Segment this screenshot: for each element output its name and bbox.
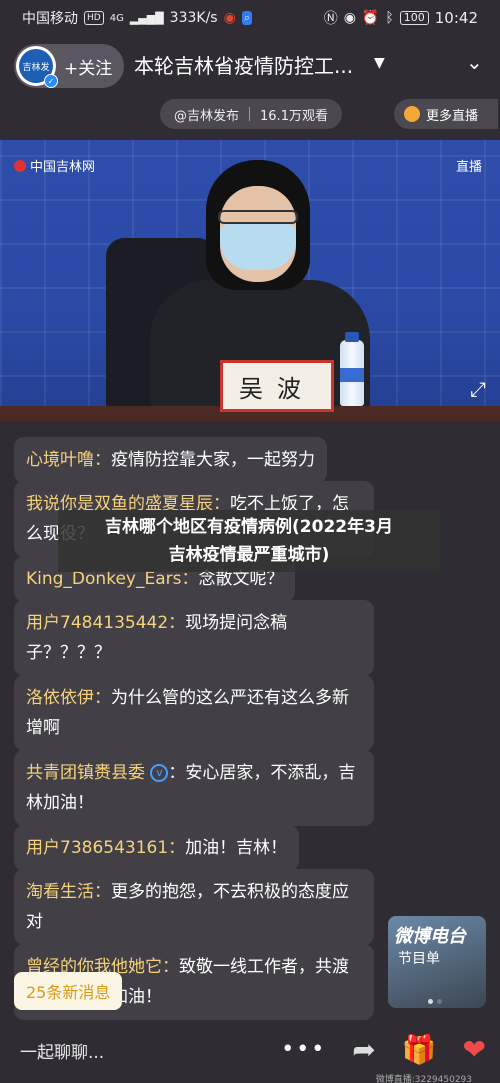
comment-author: King_Donkey_Ears： — [26, 569, 199, 589]
comment-author: 淘看生活： — [26, 882, 111, 902]
carrier-label: 中国移动 — [22, 11, 78, 27]
comment-item: 淘看生活：更多的抱怨，不去积极的态度应对 — [14, 869, 374, 945]
live-meta[interactable]: @吉林发布 16.1万观看 — [160, 99, 342, 129]
weibo-icon: ◉ — [223, 10, 236, 26]
eye-icon: ◉ — [343, 10, 356, 26]
view-count: 16.1万观看 — [260, 108, 328, 124]
comment-text: 加油！吉林！ — [185, 838, 288, 858]
overlay-line-1: 吉林哪个地区有疫情病例(2022年3月 — [105, 517, 393, 537]
chevron-down-icon[interactable]: ⌄ — [466, 50, 483, 74]
follow-capsule[interactable]: 吉林发 ✓ +关注 — [14, 44, 124, 88]
more-icon[interactable]: ••• — [281, 1032, 326, 1068]
watermark-logo-icon — [14, 159, 26, 172]
planet-icon — [404, 106, 420, 122]
water-bottle — [340, 332, 364, 406]
comment-author: 用户7386543161： — [26, 838, 186, 858]
promo-subtitle: 节目单 — [398, 951, 440, 967]
article-title-overlay: 吉林哪个地区有疫情病例(2022年3月 吉林疫情最严重城市) — [58, 510, 440, 572]
more-live-button[interactable]: 更多直播 — [394, 99, 498, 129]
room-id: 微博直播:3229450293 — [375, 1075, 472, 1083]
meta-divider — [249, 107, 251, 121]
status-bar: 中国移动 HD 4G ▂▄▆█ 333K/s ◉ ⌕ Ⓝ ◉ ⏰ ᛒ 100 1… — [0, 0, 500, 36]
nameplate: 吴波 — [220, 360, 334, 412]
account-avatar[interactable]: 吉林发 ✓ — [16, 46, 58, 88]
speed-label: 333K/s — [169, 10, 218, 26]
new-messages-button[interactable]: 25条新消息 — [14, 972, 123, 1010]
channel-watermark: 中国吉林网 — [14, 156, 95, 175]
live-tag: 直播 — [455, 160, 482, 175]
comment-item: 用户7484135442：现场提问念稿子？？？？ — [14, 600, 374, 676]
bluetooth-icon: ᛒ — [385, 10, 394, 26]
more-live-label: 更多直播 — [426, 108, 479, 124]
battery-icon: 100 — [399, 11, 429, 25]
nfc-icon: Ⓝ — [323, 11, 338, 27]
video-player[interactable]: 中国吉林网 直播 吴波 ⤢ — [0, 140, 500, 421]
comment-item: 共青团镇赉县委 v ：安心居家，不添乱，吉林加油！ — [14, 750, 374, 826]
alarm-icon: ⏰ — [361, 10, 380, 26]
comment-text: 念散文呢？ — [198, 569, 284, 589]
live-title[interactable]: 本轮吉林省疫情防控工... — [134, 50, 353, 79]
comment-author: 心境叶噜： — [26, 450, 111, 470]
comment-author: 用户7484135442： — [26, 613, 186, 633]
comment-item: 洛依依伊：为什么管的这么严还有这么多新增啊 — [14, 675, 374, 751]
promo-title: 微博电台 — [394, 926, 466, 947]
comment-text: 疫情防控靠大家，一起努力 — [111, 450, 315, 470]
carousel-dots — [428, 999, 442, 1004]
comment-item: 心境叶噜：疫情防控靠大家，一起努力 — [14, 437, 327, 483]
clock: 10:42 — [434, 9, 478, 27]
radio-promo-card[interactable]: 微博电台 节目单 — [388, 916, 486, 1008]
fullscreen-icon[interactable]: ⤢ — [470, 377, 486, 401]
comment-input[interactable]: 一起聊聊... — [20, 1038, 104, 1063]
share-icon[interactable]: ➦ — [352, 1032, 375, 1068]
comment-author: 洛依依伊： — [26, 688, 111, 708]
comment-item: 用户7386543161：加油！吉林！ — [14, 825, 300, 871]
caret-down-icon[interactable]: ▼ — [374, 55, 385, 71]
verified-icon: v — [150, 764, 169, 782]
author-handle[interactable]: @吉林发布 — [174, 105, 239, 124]
overlay-line-2: 吉林疫情最严重城市) — [168, 545, 330, 565]
hd-badge: HD — [84, 11, 104, 25]
search-app-icon: ⌕ — [241, 11, 252, 25]
live-header: 吉林发 ✓ +关注 本轮吉林省疫情防控工... ▼ ⌄ — [0, 42, 500, 90]
bottom-bar: 一起聊聊... ••• ➦ 🎁 ❤ 微博直播:3229450293 — [0, 1022, 500, 1083]
gift-icon[interactable]: 🎁 — [402, 1032, 437, 1068]
watermark-text: 中国吉林网 — [30, 160, 96, 175]
network-label: 4G — [109, 12, 124, 24]
follow-button[interactable]: +关注 — [64, 54, 112, 79]
verified-icon: ✓ — [44, 74, 58, 88]
signal-icon: ▂▄▆█ — [129, 11, 164, 25]
like-icon[interactable]: ❤ — [463, 1032, 486, 1068]
comment-author: 共青团镇赉县委 — [26, 763, 145, 783]
